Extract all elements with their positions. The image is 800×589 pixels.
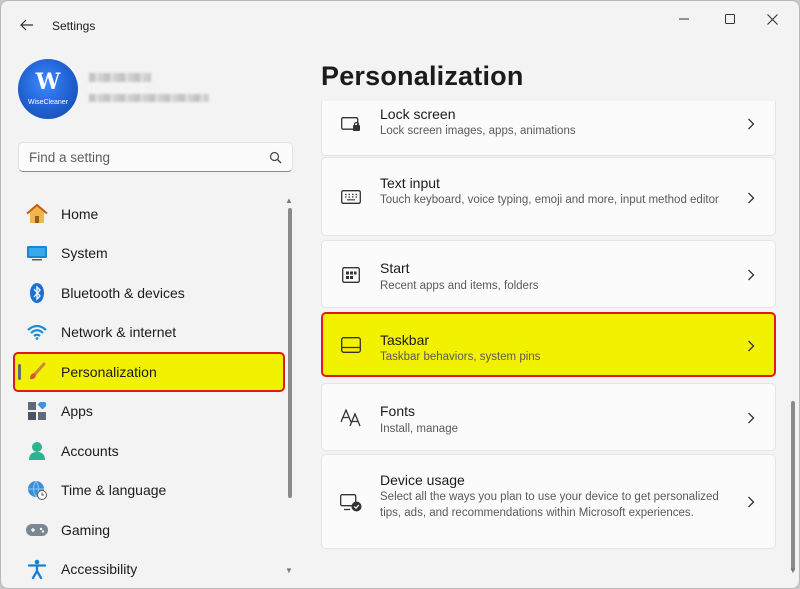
sidebar-nav: Home System Bluetooth & devices Network …: [13, 194, 285, 589]
sidebar-item-personalization[interactable]: Personalization: [13, 352, 285, 392]
card-taskbar[interactable]: Taskbar Taskbar behaviors, system pins: [321, 312, 776, 377]
back-button[interactable]: [13, 11, 41, 39]
main-scroll-thumb[interactable]: [791, 401, 795, 571]
card-description: Lock screen images, apps, animations: [380, 125, 576, 137]
apps-icon: [25, 399, 49, 423]
search-box: [18, 142, 293, 172]
minimize-icon: [679, 18, 689, 20]
sidebar-item-home[interactable]: Home: [13, 194, 285, 234]
sidebar-item-label: Accounts: [61, 442, 119, 459]
title-bar: Settings: [1, 1, 799, 49]
sidebar-item-label: Apps: [61, 403, 93, 420]
card-title: Text input: [380, 175, 440, 191]
chevron-right-icon: [745, 412, 757, 424]
card-fonts[interactable]: Fonts Install, manage: [321, 383, 776, 451]
back-arrow-icon: [20, 19, 33, 31]
sidebar-item-accessibility[interactable]: Accessibility: [13, 550, 285, 589]
avatar[interactable]: W WiseCleaner: [18, 59, 78, 119]
sidebar-item-network-internet[interactable]: Network & internet: [13, 313, 285, 353]
minimize-button[interactable]: [661, 5, 707, 33]
card-title: Fonts: [380, 403, 416, 419]
settings-list: Lock screen Lock screen images, apps, an…: [321, 101, 777, 588]
card-start[interactable]: Start Recent apps and items, folders: [321, 240, 776, 308]
fonts-icon: [339, 406, 363, 430]
sidebar-item-bluetooth-devices[interactable]: Bluetooth & devices: [13, 273, 285, 313]
start-icon: [339, 263, 363, 287]
lock-screen-icon: [339, 113, 363, 137]
card-title: Device usage: [380, 472, 465, 488]
active-indicator: [18, 364, 21, 380]
card-description: Taskbar behaviors, system pins: [380, 351, 541, 363]
search-input[interactable]: [19, 149, 259, 165]
sidebar-item-system[interactable]: System: [13, 234, 285, 274]
sidebar-item-label: Home: [61, 205, 99, 222]
app-title: Settings: [52, 19, 96, 33]
sidebar-item-gaming[interactable]: Gaming: [13, 510, 285, 550]
sidebar-item-apps[interactable]: Apps: [13, 392, 285, 432]
card-title: Start: [380, 260, 410, 276]
home-icon: [25, 202, 49, 226]
chevron-right-icon: [745, 118, 757, 130]
sidebar-item-label: Gaming: [61, 521, 111, 538]
account-icon: [25, 439, 49, 463]
accessibility-icon: [25, 557, 49, 581]
keyboard-icon: [339, 185, 363, 209]
close-icon: [766, 13, 778, 25]
card-lock-screen[interactable]: Lock screen Lock screen images, apps, an…: [321, 101, 776, 156]
card-description: Touch keyboard, voice typing, emoji and …: [380, 194, 719, 206]
avatar-brand: WiseCleaner: [27, 99, 69, 106]
chevron-right-icon: [745, 192, 757, 204]
taskbar-icon: [339, 333, 363, 357]
system-icon: [25, 241, 49, 265]
close-button[interactable]: [749, 5, 795, 33]
avatar-letter: W: [35, 69, 61, 95]
globe-clock-icon: [25, 478, 49, 502]
maximize-button[interactable]: [707, 5, 753, 33]
card-description: Install, manage: [380, 423, 458, 435]
card-title: Taskbar: [380, 332, 430, 348]
card-title: Lock screen: [380, 106, 456, 122]
card-text-input[interactable]: Text input Touch keyboard, voice typing,…: [321, 157, 776, 236]
sidebar-item-label: Bluetooth & devices: [61, 284, 185, 301]
chevron-right-icon: [745, 496, 757, 508]
scroll-down-icon[interactable]: ▼: [789, 566, 797, 575]
search-icon[interactable]: [269, 151, 282, 164]
card-description: Select all the ways you plan to use your…: [380, 491, 719, 519]
gamepad-icon: [25, 518, 49, 542]
blurred-user-name: [89, 73, 151, 82]
wifi-icon: [25, 320, 49, 344]
page-title: Personalization: [321, 61, 524, 91]
chevron-right-icon: [745, 269, 757, 281]
settings-window: Settings W WiseCleaner Home: [0, 0, 800, 589]
sidebar-item-label: Accessibility: [61, 561, 138, 578]
chevron-right-icon: [745, 340, 757, 352]
card-device-usage[interactable]: Device usage Select all the ways you pla…: [321, 454, 776, 549]
maximize-icon: [725, 14, 735, 24]
blurred-user-email: [89, 94, 209, 102]
sidebar-scroll-thumb[interactable]: [288, 208, 292, 498]
sidebar-item-label: Personalization: [61, 363, 157, 380]
sidebar-item-accounts[interactable]: Accounts: [13, 431, 285, 471]
brush-icon: [25, 360, 49, 384]
sidebar-item-label: Time & language: [61, 482, 167, 499]
device-usage-icon: [339, 491, 363, 515]
sidebar-item-label: Network & internet: [61, 324, 177, 341]
sidebar-item-label: System: [61, 245, 108, 262]
scroll-up-icon[interactable]: ▲: [285, 196, 293, 205]
scroll-down-icon[interactable]: ▼: [285, 566, 293, 575]
bluetooth-icon: [25, 281, 49, 305]
card-description: Recent apps and items, folders: [380, 280, 539, 292]
sidebar-item-time-language[interactable]: Time & language: [13, 471, 285, 511]
